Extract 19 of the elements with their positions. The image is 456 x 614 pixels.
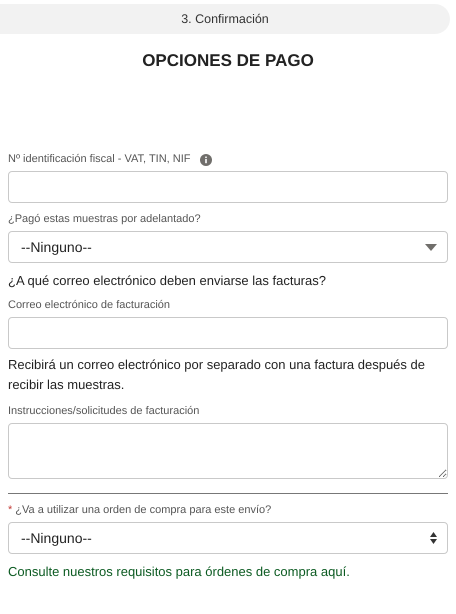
text-area[interactable]	[8, 423, 448, 479]
page-title: OPCIONES DE PAGO	[141, 51, 315, 71]
requirements-link[interactable]: Consulte nuestros requisitos para órdenes de compra aquí.	[8, 564, 448, 580]
field-label: Instrucciones/solicitudes de facturación	[8, 405, 200, 418]
field-label: Correo electrónico de facturación	[8, 299, 170, 312]
select-field[interactable]: --Ninguno--	[8, 231, 448, 263]
text-field[interactable]	[8, 171, 448, 203]
select-field[interactable]: --Ninguno--	[8, 522, 448, 554]
required-mark: *	[8, 504, 12, 517]
text-field[interactable]	[8, 317, 448, 349]
info-icon[interactable]	[200, 154, 212, 166]
field-label: Nº identificación fiscal - VAT, TIN, NIF	[8, 153, 191, 166]
step-label: 3. Confirmación	[181, 10, 269, 28]
field-label: ¿Pagó estas muestras por adelantado?	[8, 213, 201, 226]
stepper-icon	[430, 532, 437, 544]
info-text: Recibirá un correo electrónico por separado con una factura después de recibir las muestras.	[8, 356, 426, 394]
question-text: ¿A qué correo electrónico deben enviarse las facturas?	[8, 273, 327, 289]
field-label: ¿Va a utilizar una orden de compra para este envío?	[15, 504, 272, 517]
caret-icon	[425, 244, 437, 250]
